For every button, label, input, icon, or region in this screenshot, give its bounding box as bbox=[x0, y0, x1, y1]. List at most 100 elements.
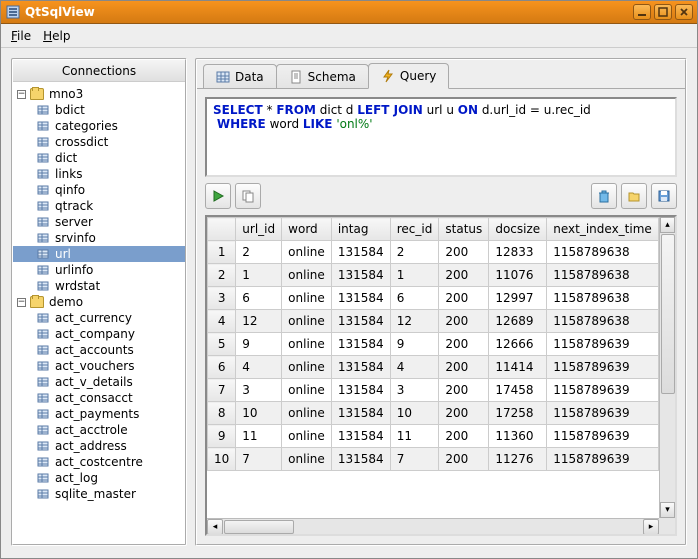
cell-rec_id[interactable]: 10 bbox=[390, 402, 439, 425]
horizontal-scrollbar[interactable]: ◂ ▸ bbox=[207, 518, 659, 534]
close-button[interactable] bbox=[675, 4, 693, 20]
tree-table-qtrack[interactable]: qtrack bbox=[13, 198, 185, 214]
table-row[interactable]: 107online1315847200112761158789639 bbox=[208, 448, 659, 471]
cell-docsize[interactable]: 12833 bbox=[489, 241, 547, 264]
sql-editor[interactable]: SELECT * FROM dict d LEFT JOIN url u ON … bbox=[205, 97, 677, 177]
tree-table-act_v_details[interactable]: act_v_details bbox=[13, 374, 185, 390]
cell-intag[interactable]: 131584 bbox=[331, 448, 390, 471]
tree-table-sqlite_master[interactable]: sqlite_master bbox=[13, 486, 185, 502]
cell-url_id[interactable]: 4 bbox=[236, 356, 282, 379]
tree-table-act_consacct[interactable]: act_consacct bbox=[13, 390, 185, 406]
cell-intag[interactable]: 131584 bbox=[331, 310, 390, 333]
cell-docsize[interactable]: 17458 bbox=[489, 379, 547, 402]
minimize-button[interactable] bbox=[633, 4, 651, 20]
cell-docsize[interactable]: 12689 bbox=[489, 310, 547, 333]
tree-table-act_currency[interactable]: act_currency bbox=[13, 310, 185, 326]
cell-word[interactable]: online bbox=[282, 402, 332, 425]
row-header[interactable]: 7 bbox=[208, 379, 236, 402]
tree-table-act_costcentre[interactable]: act_costcentre bbox=[13, 454, 185, 470]
scroll-left-button[interactable]: ◂ bbox=[207, 519, 223, 535]
cell-word[interactable]: online bbox=[282, 448, 332, 471]
col-docsize[interactable]: docsize bbox=[489, 218, 547, 241]
cell-rec_id[interactable]: 11 bbox=[390, 425, 439, 448]
tree-table-srvinfo[interactable]: srvinfo bbox=[13, 230, 185, 246]
cell-status[interactable]: 200 bbox=[439, 379, 489, 402]
cell-status[interactable]: 200 bbox=[439, 425, 489, 448]
results-table[interactable]: url_idwordintagrec_idstatusdocsizenext_i… bbox=[207, 217, 659, 471]
collapse-icon[interactable]: − bbox=[17, 298, 26, 307]
tree-db-demo[interactable]: −demo bbox=[13, 294, 185, 310]
cell-intag[interactable]: 131584 bbox=[331, 402, 390, 425]
cell-rec_id[interactable]: 12 bbox=[390, 310, 439, 333]
cell-next_index_time[interactable]: 1158789638 bbox=[547, 310, 659, 333]
collapse-icon[interactable]: − bbox=[17, 90, 26, 99]
col-rec_id[interactable]: rec_id bbox=[390, 218, 439, 241]
cell-status[interactable]: 200 bbox=[439, 402, 489, 425]
tree-table-act_vouchers[interactable]: act_vouchers bbox=[13, 358, 185, 374]
scroll-up-button[interactable]: ▴ bbox=[660, 217, 675, 233]
table-row[interactable]: 911online13158411200113601158789639 bbox=[208, 425, 659, 448]
col-next_index_time[interactable]: next_index_time bbox=[547, 218, 659, 241]
cell-intag[interactable]: 131584 bbox=[331, 425, 390, 448]
tree-table-act_company[interactable]: act_company bbox=[13, 326, 185, 342]
cell-url_id[interactable]: 3 bbox=[236, 379, 282, 402]
row-header[interactable]: 4 bbox=[208, 310, 236, 333]
tree-db-mno3[interactable]: −mno3 bbox=[13, 86, 185, 102]
cell-rec_id[interactable]: 6 bbox=[390, 287, 439, 310]
scroll-thumb[interactable] bbox=[661, 234, 675, 394]
cell-intag[interactable]: 131584 bbox=[331, 356, 390, 379]
cell-rec_id[interactable]: 1 bbox=[390, 264, 439, 287]
cell-next_index_time[interactable]: 1158789638 bbox=[547, 287, 659, 310]
cell-rec_id[interactable]: 9 bbox=[390, 333, 439, 356]
tree-table-links[interactable]: links bbox=[13, 166, 185, 182]
tree-table-dict[interactable]: dict bbox=[13, 150, 185, 166]
tree-table-act_payments[interactable]: act_payments bbox=[13, 406, 185, 422]
cell-next_index_time[interactable]: 1158789639 bbox=[547, 402, 659, 425]
row-header[interactable]: 1 bbox=[208, 241, 236, 264]
cell-docsize[interactable]: 12997 bbox=[489, 287, 547, 310]
cell-intag[interactable]: 131584 bbox=[331, 333, 390, 356]
table-row[interactable]: 59online1315849200126661158789639 bbox=[208, 333, 659, 356]
row-header[interactable]: 8 bbox=[208, 402, 236, 425]
cell-intag[interactable]: 131584 bbox=[331, 287, 390, 310]
cell-next_index_time[interactable]: 1158789638 bbox=[547, 241, 659, 264]
cell-intag[interactable]: 131584 bbox=[331, 379, 390, 402]
run-query-button[interactable] bbox=[205, 183, 231, 209]
table-row[interactable]: 73online1315843200174581158789639 bbox=[208, 379, 659, 402]
menu-help[interactable]: Help bbox=[39, 27, 74, 45]
cell-word[interactable]: online bbox=[282, 333, 332, 356]
cell-status[interactable]: 200 bbox=[439, 264, 489, 287]
cell-url_id[interactable]: 11 bbox=[236, 425, 282, 448]
cell-intag[interactable]: 131584 bbox=[331, 241, 390, 264]
tree-table-server[interactable]: server bbox=[13, 214, 185, 230]
cell-next_index_time[interactable]: 1158789639 bbox=[547, 356, 659, 379]
cell-word[interactable]: online bbox=[282, 287, 332, 310]
row-header[interactable]: 5 bbox=[208, 333, 236, 356]
tab-query[interactable]: Query bbox=[368, 63, 449, 89]
row-header[interactable]: 2 bbox=[208, 264, 236, 287]
cell-next_index_time[interactable]: 1158789639 bbox=[547, 379, 659, 402]
tree-table-wrdstat[interactable]: wrdstat bbox=[13, 278, 185, 294]
cell-url_id[interactable]: 2 bbox=[236, 241, 282, 264]
col-intag[interactable]: intag bbox=[331, 218, 390, 241]
tree-table-act_acctrole[interactable]: act_acctrole bbox=[13, 422, 185, 438]
table-row[interactable]: 412online13158412200126891158789638 bbox=[208, 310, 659, 333]
cell-next_index_time[interactable]: 1158789639 bbox=[547, 448, 659, 471]
cell-rec_id[interactable]: 3 bbox=[390, 379, 439, 402]
cell-status[interactable]: 200 bbox=[439, 356, 489, 379]
cell-next_index_time[interactable]: 1158789639 bbox=[547, 333, 659, 356]
tree-table-categories[interactable]: categories bbox=[13, 118, 185, 134]
tree-table-act_log[interactable]: act_log bbox=[13, 470, 185, 486]
col-word[interactable]: word bbox=[282, 218, 332, 241]
cell-url_id[interactable]: 10 bbox=[236, 402, 282, 425]
tab-schema[interactable]: Schema bbox=[276, 64, 369, 88]
clear-button[interactable] bbox=[591, 183, 617, 209]
cell-rec_id[interactable]: 7 bbox=[390, 448, 439, 471]
row-header[interactable]: 10 bbox=[208, 448, 236, 471]
cell-docsize[interactable]: 17258 bbox=[489, 402, 547, 425]
vertical-scrollbar[interactable]: ▴ ▾ bbox=[659, 217, 675, 518]
cell-word[interactable]: online bbox=[282, 379, 332, 402]
cell-docsize[interactable]: 12666 bbox=[489, 333, 547, 356]
tree-table-act_accounts[interactable]: act_accounts bbox=[13, 342, 185, 358]
row-header[interactable]: 6 bbox=[208, 356, 236, 379]
